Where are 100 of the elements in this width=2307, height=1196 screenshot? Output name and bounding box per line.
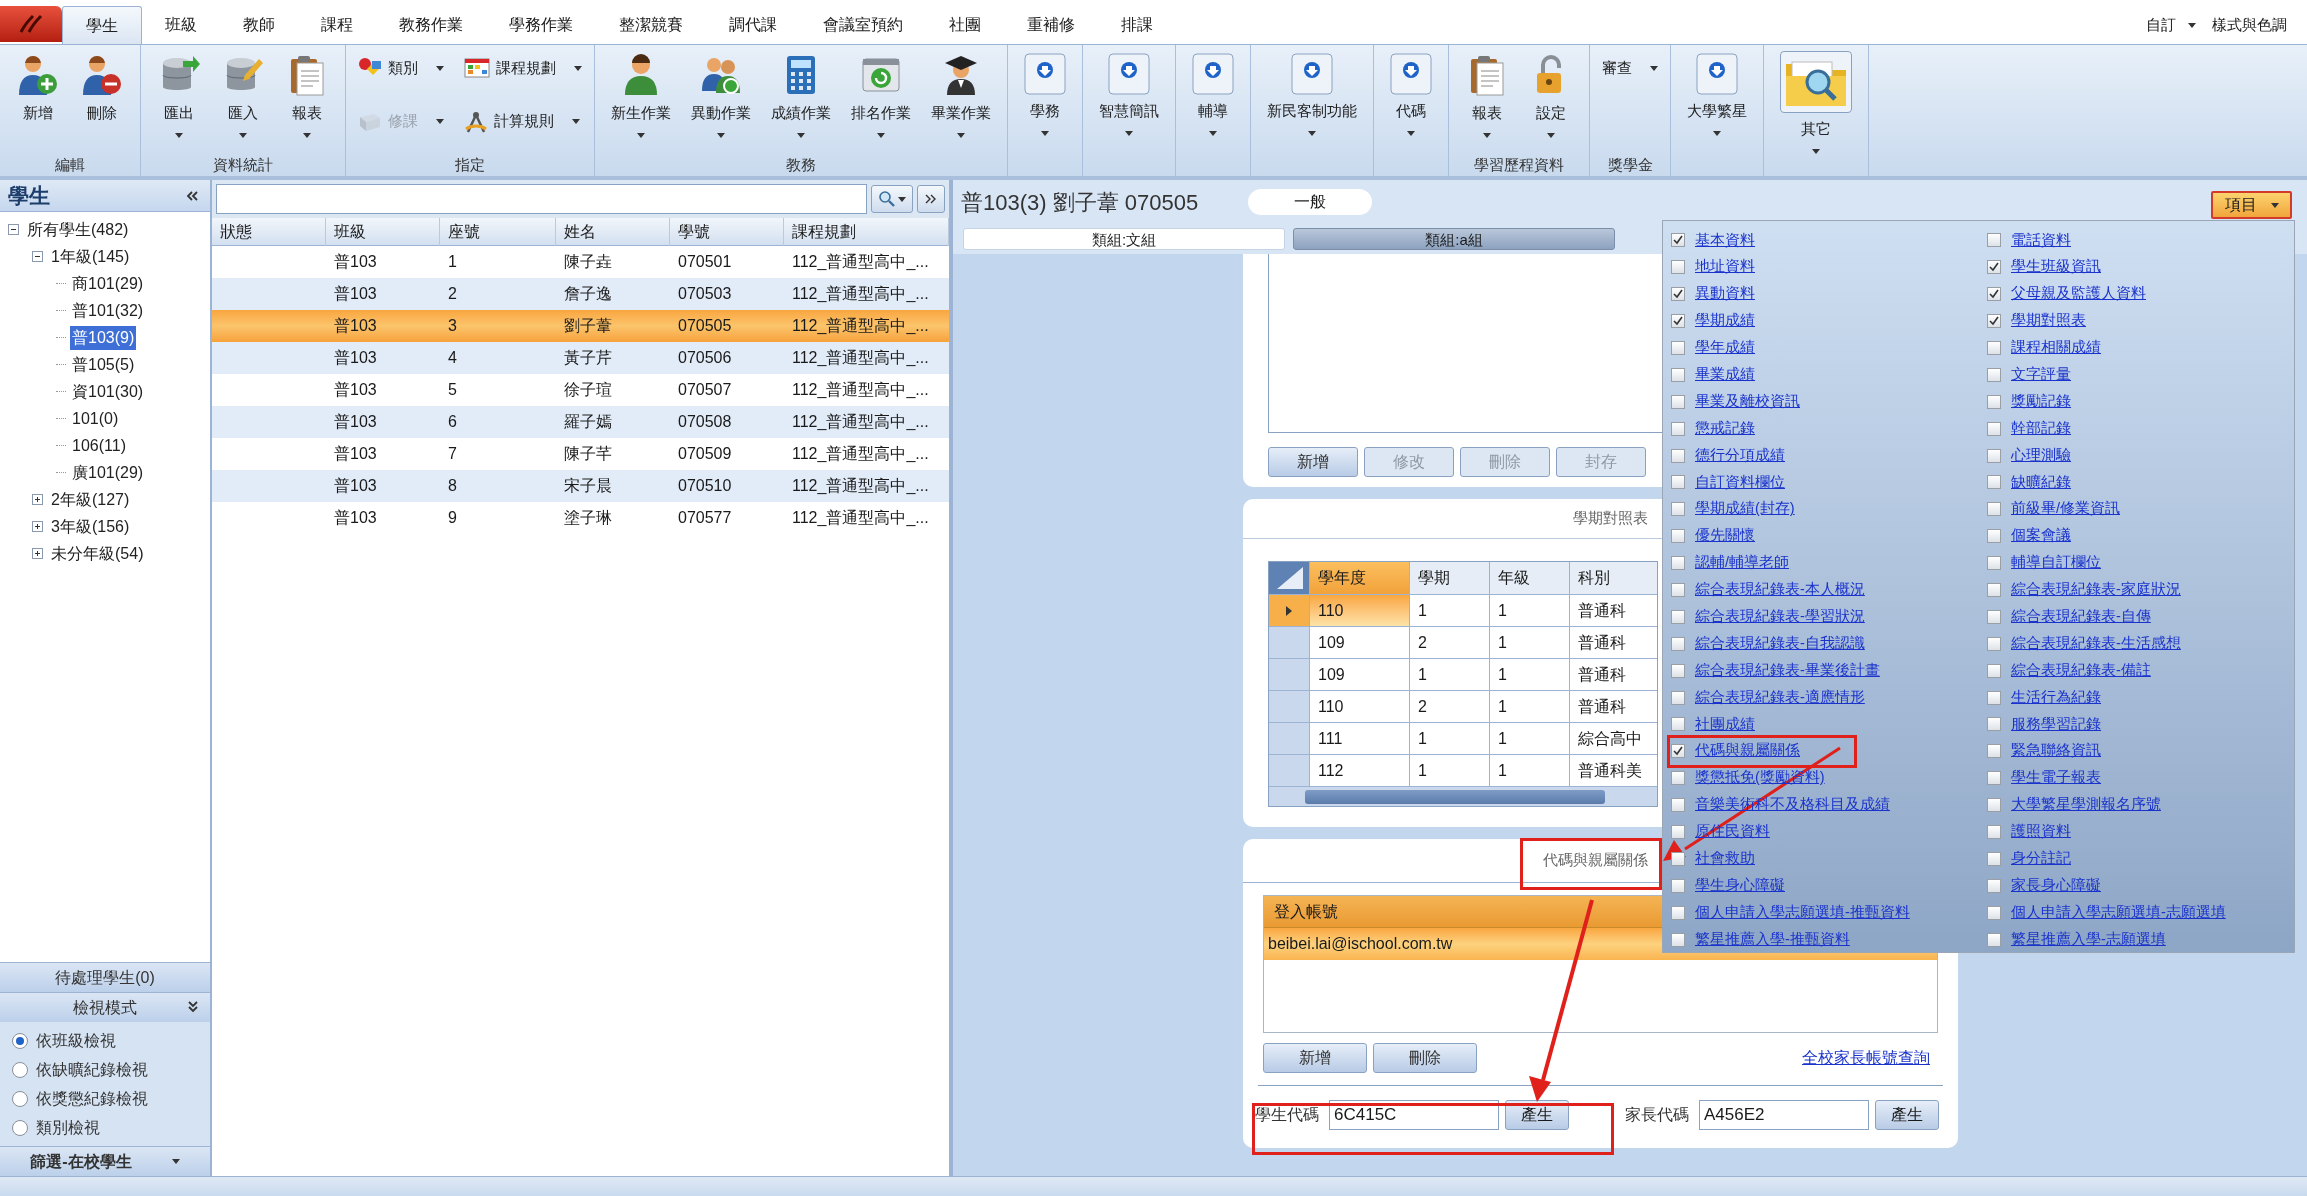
- checkbox[interactable]: [1987, 771, 2001, 786]
- radio-button[interactable]: [12, 1090, 28, 1107]
- checklist-link[interactable]: 繁星推薦入學-志願選填: [2011, 928, 2166, 951]
- action-button[interactable]: 新增: [1268, 447, 1358, 477]
- ribbon-button[interactable]: 新增: [8, 51, 68, 123]
- menu-tab[interactable]: 學務作業: [486, 6, 596, 44]
- checklist-link[interactable]: 綜合表現紀錄表-畢業後計畫: [1695, 659, 1880, 682]
- radio-button[interactable]: [12, 1119, 28, 1136]
- table-row[interactable]: 普103 3 劉子葦 070505 112_普通型高中_...: [212, 310, 949, 342]
- checkbox[interactable]: [1987, 394, 2001, 409]
- search-field[interactable]: [216, 184, 867, 214]
- tree-item[interactable]: 106(11): [70, 433, 128, 458]
- checkbox[interactable]: [1671, 314, 1685, 329]
- checkbox[interactable]: [1987, 744, 2001, 759]
- checklist-link[interactable]: 個案會議: [2011, 525, 2071, 548]
- checkbox[interactable]: [1671, 448, 1685, 463]
- ribbon-button[interactable]: 報表: [1457, 51, 1517, 138]
- menu-tab[interactable]: 調代課: [706, 6, 800, 44]
- checklist-link[interactable]: 課程相關成績: [2011, 337, 2101, 359]
- ribbon-button[interactable]: 大學繁星: [1679, 51, 1755, 136]
- checklist-link[interactable]: 認輔/輔導老師: [1695, 552, 1790, 574]
- checklist-link[interactable]: 學生身心障礙: [1695, 874, 1785, 897]
- checkbox[interactable]: [1987, 341, 2001, 355]
- tree-item[interactable]: 未分年級(54): [49, 541, 146, 566]
- items-dropdown-button[interactable]: 項目: [2211, 191, 2292, 219]
- checklist-link[interactable]: 地址資料: [1695, 256, 1755, 279]
- checklist-link[interactable]: 缺曠紀錄: [2011, 471, 2071, 494]
- checklist-link[interactable]: 前級畢/修業資訊: [2011, 498, 2121, 521]
- ribbon-button[interactable]: 學務: [1016, 51, 1074, 136]
- table-row[interactable]: 普103 2 詹子逸 070503 112_普通型高中_...: [212, 278, 949, 310]
- generate-button[interactable]: 產生: [1875, 1100, 1939, 1130]
- checkbox[interactable]: [1987, 448, 2001, 463]
- checkbox[interactable]: [1671, 825, 1685, 840]
- table-row[interactable]: 普103 8 宋子晨 070510 112_普通型高中_...: [212, 470, 949, 502]
- checklist-link[interactable]: 畢業成績: [1695, 364, 1755, 386]
- checklist-link[interactable]: 綜合表現紀錄表-自我認識: [1695, 632, 1865, 655]
- checklist-link[interactable]: 異動資料: [1695, 283, 1755, 306]
- checkbox[interactable]: [1671, 556, 1685, 571]
- checklist-link[interactable]: 生活行為紀錄: [2011, 686, 2101, 709]
- checkbox[interactable]: [1987, 690, 2001, 705]
- checkbox[interactable]: [1987, 798, 2001, 813]
- generate-button[interactable]: 產生: [1505, 1100, 1569, 1130]
- checklist-link[interactable]: 家長身心障礙: [2011, 874, 2101, 897]
- ribbon-button[interactable]: 畢業作業: [923, 51, 999, 138]
- checklist-link[interactable]: 幹部記錄: [2011, 417, 2071, 440]
- plus-box-icon[interactable]: [32, 494, 43, 505]
- checkbox[interactable]: [1671, 663, 1685, 678]
- checkbox[interactable]: [1987, 529, 2001, 544]
- checkbox[interactable]: [1671, 287, 1685, 302]
- checklist-link[interactable]: 綜合表現紀錄表-生活感想: [2011, 632, 2181, 655]
- checkbox[interactable]: [1987, 421, 2001, 436]
- checkbox[interactable]: [1671, 717, 1685, 732]
- menu-tab[interactable]: 社團: [926, 6, 1004, 44]
- quick-access-button[interactable]: 樣式與色調: [2204, 6, 2295, 44]
- action-button[interactable]: 刪除: [1373, 1043, 1477, 1073]
- tree-item[interactable]: 普101(32): [70, 298, 146, 323]
- checkbox[interactable]: [1987, 878, 2001, 893]
- tree-item[interactable]: 資101(30): [70, 379, 146, 404]
- checklist-link[interactable]: 學期成績(封存): [1695, 498, 1795, 521]
- checkbox[interactable]: [1987, 502, 2001, 517]
- checklist-link[interactable]: 綜合表現紀錄表-學習狀況: [1695, 606, 1865, 628]
- checkbox[interactable]: [1987, 287, 2001, 302]
- checklist-link[interactable]: 父母親及監護人資料: [2011, 283, 2146, 306]
- checklist-link[interactable]: 社會救助: [1695, 848, 1755, 870]
- tree-item[interactable]: 廣101(29): [70, 460, 146, 485]
- filter-dropdown[interactable]: 篩選-在校學生: [0, 1146, 210, 1176]
- ribbon-button[interactable]: 成績作業: [763, 51, 839, 138]
- checkbox[interactable]: [1987, 932, 2001, 947]
- ribbon-button[interactable]: 設定: [1521, 51, 1581, 138]
- ribbon-button[interactable]: 刪除: [72, 51, 132, 123]
- checkbox[interactable]: [1987, 367, 2001, 382]
- checkbox[interactable]: [1987, 556, 2001, 571]
- radio-button[interactable]: [12, 1032, 28, 1049]
- tree-item[interactable]: 商101(29): [70, 271, 146, 296]
- table-row[interactable]: 109 1 1 普通科: [1269, 658, 1657, 690]
- checkbox[interactable]: [1671, 878, 1685, 893]
- checklist-link[interactable]: 繁星推薦入學-推甄資料: [1695, 928, 1850, 951]
- table-row[interactable]: 109 2 1 普通科: [1269, 626, 1657, 658]
- checklist-link[interactable]: 學年成績: [1695, 337, 1755, 359]
- checklist-link[interactable]: 社團成績: [1695, 713, 1755, 736]
- checkbox[interactable]: [1987, 475, 2001, 490]
- ribbon-button[interactable]: 異動作業: [683, 51, 759, 138]
- category-tab[interactable]: 類組:文組: [963, 228, 1285, 250]
- checkbox[interactable]: [1987, 583, 2001, 597]
- checklist-link[interactable]: 基本資料: [1695, 229, 1755, 252]
- action-button[interactable]: 新增: [1263, 1043, 1367, 1073]
- table-row[interactable]: 110 1 1 普通科: [1269, 594, 1657, 626]
- ribbon-button[interactable]: 匯入: [213, 51, 273, 138]
- menu-tab[interactable]: 教師: [220, 6, 298, 44]
- ribbon-button[interactable]: 審查: [1598, 53, 1662, 83]
- ribbon-button[interactable]: 報表: [277, 51, 337, 138]
- ribbon-button[interactable]: 代碼: [1382, 51, 1440, 136]
- search-button[interactable]: [871, 185, 913, 213]
- menu-tab[interactable]: 重補修: [1004, 6, 1098, 44]
- checklist-link[interactable]: 綜合表現紀錄表-本人概況: [1695, 579, 1865, 601]
- tree-item[interactable]: 普105(5): [70, 352, 137, 377]
- checkbox[interactable]: [1671, 341, 1685, 355]
- category-tab[interactable]: 類組:a組: [1293, 228, 1615, 250]
- checklist-link[interactable]: 文字評量: [2011, 364, 2071, 386]
- ribbon-button[interactable]: 智慧簡訊: [1091, 51, 1167, 136]
